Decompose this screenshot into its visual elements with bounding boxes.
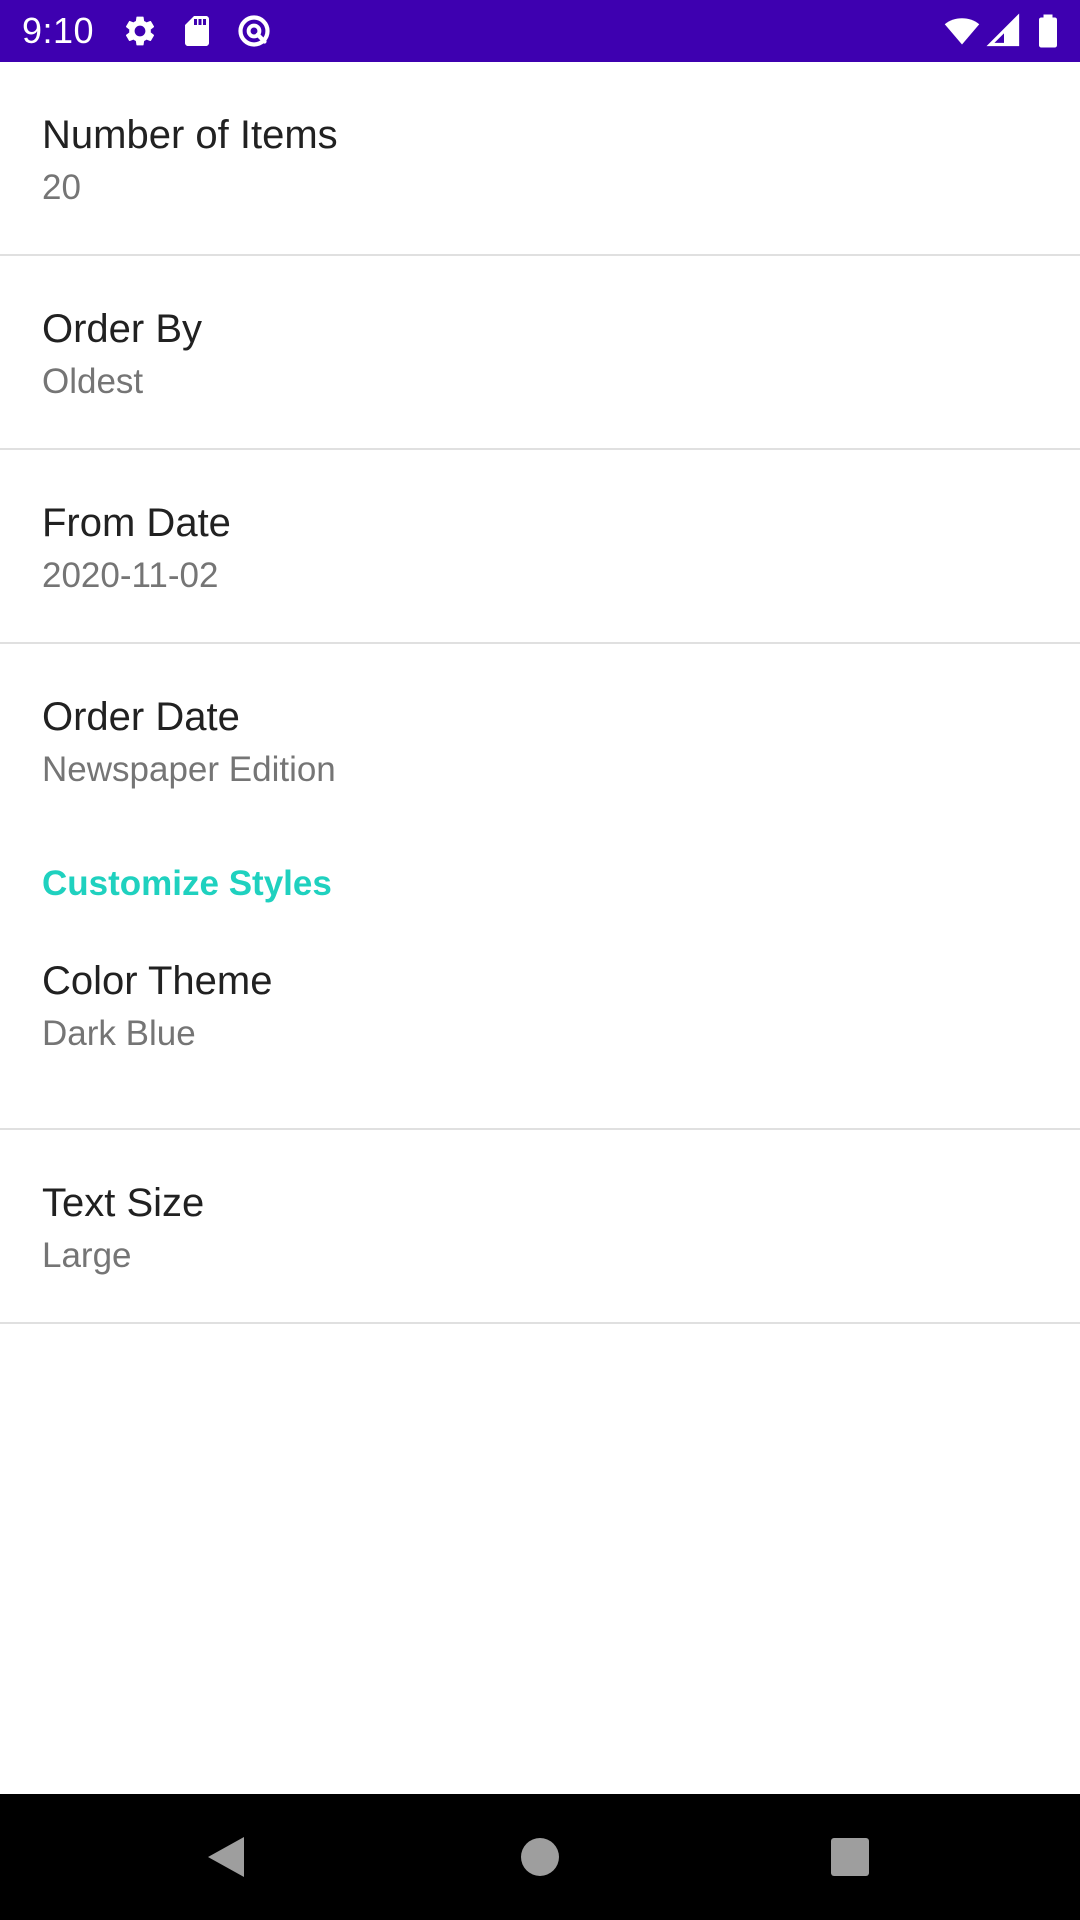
pref-summary: Dark Blue — [42, 1014, 196, 1053]
navigation-bar — [0, 1794, 1080, 1920]
recents-icon[interactable] — [820, 1827, 880, 1887]
pref-title: Order By — [42, 307, 203, 351]
settings-screen: 9:10 Number of Items 20 Order By Oldest — [0, 0, 1080, 1920]
pref-summary: 2020-11-02 — [42, 556, 219, 595]
pref-from-date[interactable]: From Date 2020-11-02 — [0, 450, 1080, 644]
pref-title: Order Date — [42, 695, 240, 739]
pref-summary: Newspaper Edition — [42, 750, 336, 789]
pref-summary: Large — [42, 1236, 132, 1275]
cell-signal-icon — [986, 13, 1022, 49]
home-icon[interactable] — [510, 1827, 570, 1887]
preferences-list: Number of Items 20 Order By Oldest From … — [0, 62, 1080, 1324]
status-time: 9:10 — [22, 10, 95, 51]
category-title: Customize Styles — [42, 864, 332, 903]
pref-text-size[interactable]: Text Size Large — [0, 1130, 1080, 1324]
pref-title: Number of Items — [42, 113, 338, 157]
pref-title: From Date — [42, 501, 231, 545]
wifi-icon — [944, 13, 980, 49]
pref-number-of-items[interactable]: Number of Items 20 — [0, 62, 1080, 256]
pref-summary: 20 — [42, 168, 81, 207]
sd-card-icon — [179, 13, 215, 49]
pref-title: Text Size — [42, 1181, 205, 1225]
settings-gear-icon — [122, 13, 158, 49]
sync-icon — [236, 13, 272, 49]
back-icon[interactable] — [196, 1827, 256, 1887]
status-bar: 9:10 — [0, 0, 1080, 62]
category-customize-styles: Customize Styles — [0, 838, 1080, 934]
pref-order-date[interactable]: Order Date Newspaper Edition — [0, 644, 1080, 838]
pref-title: Color Theme — [42, 959, 273, 1003]
pref-summary: Oldest — [42, 362, 144, 401]
pref-order-by[interactable]: Order By Oldest — [0, 256, 1080, 450]
pref-color-theme[interactable]: Color Theme Dark Blue — [0, 934, 1080, 1130]
battery-icon — [1030, 13, 1066, 49]
